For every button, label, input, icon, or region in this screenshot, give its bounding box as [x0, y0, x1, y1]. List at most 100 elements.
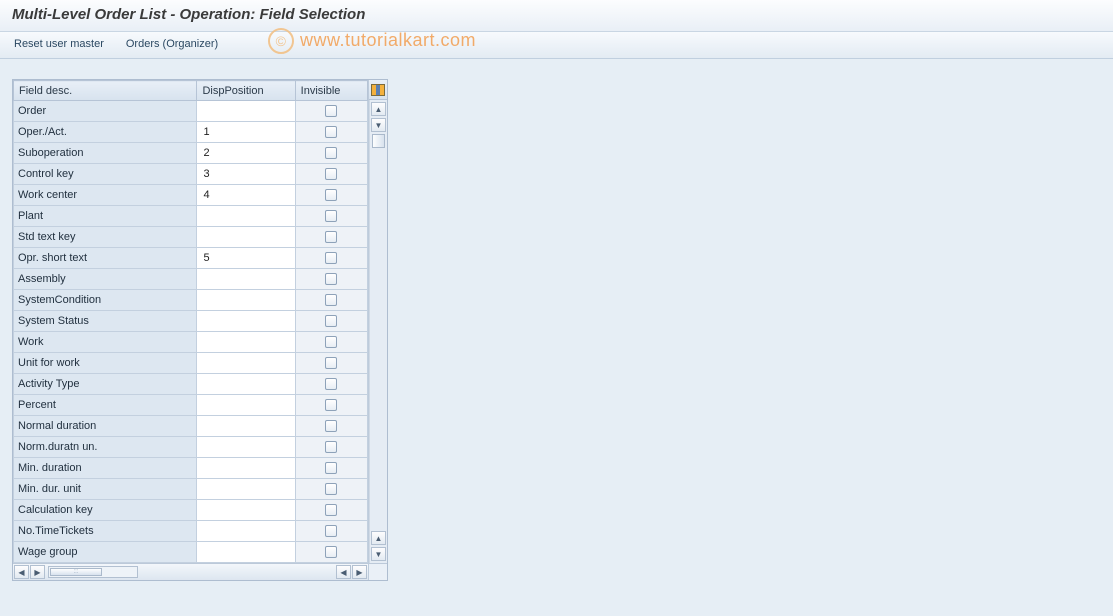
field-desc-cell[interactable]: Oper./Act. — [14, 122, 197, 143]
table-row[interactable]: Order — [14, 101, 368, 122]
table-row[interactable]: Calculation key — [14, 500, 368, 521]
invisible-checkbox[interactable] — [325, 525, 337, 537]
invisible-checkbox[interactable] — [325, 357, 337, 369]
table-row[interactable]: Unit for work — [14, 353, 368, 374]
disp-position-input[interactable] — [201, 209, 290, 223]
table-row[interactable]: Std text key — [14, 227, 368, 248]
disp-position-input[interactable] — [201, 125, 290, 139]
scroll-down-icon[interactable]: ▼ — [371, 118, 386, 132]
disp-position-input[interactable] — [201, 188, 290, 202]
invisible-checkbox[interactable] — [325, 546, 337, 558]
col-field-desc[interactable]: Field desc. — [14, 81, 197, 101]
table-row[interactable]: Plant — [14, 206, 368, 227]
field-desc-cell[interactable]: Normal duration — [14, 416, 197, 437]
table-row[interactable]: SystemCondition — [14, 290, 368, 311]
disp-position-input[interactable] — [201, 545, 290, 559]
disp-position-input[interactable] — [201, 335, 290, 349]
disp-position-input[interactable] — [201, 524, 290, 538]
col-disp-position[interactable]: DispPosition — [197, 81, 295, 101]
disp-position-input[interactable] — [201, 503, 290, 517]
invisible-checkbox[interactable] — [325, 210, 337, 222]
disp-position-input[interactable] — [201, 146, 290, 160]
table-row[interactable]: No.TimeTickets — [14, 521, 368, 542]
table-row[interactable]: Oper./Act. — [14, 122, 368, 143]
field-desc-cell[interactable]: Calculation key — [14, 500, 197, 521]
field-desc-cell[interactable]: Suboperation — [14, 143, 197, 164]
disp-position-input[interactable] — [201, 356, 290, 370]
invisible-checkbox[interactable] — [325, 399, 337, 411]
col-invisible[interactable]: Invisible — [295, 81, 367, 101]
field-desc-cell[interactable]: Control key — [14, 164, 197, 185]
disp-position-input[interactable] — [201, 251, 290, 265]
field-desc-cell[interactable]: Norm.duratn un. — [14, 437, 197, 458]
invisible-checkbox[interactable] — [325, 189, 337, 201]
scroll-right-icon[interactable]: ◀ — [336, 565, 351, 579]
table-row[interactable]: Opr. short text — [14, 248, 368, 269]
field-desc-cell[interactable]: Activity Type — [14, 374, 197, 395]
field-desc-cell[interactable]: Wage group — [14, 542, 197, 563]
scroll-up2-icon[interactable]: ▲ — [371, 531, 386, 545]
field-desc-cell[interactable]: Work center — [14, 185, 197, 206]
table-row[interactable]: Activity Type — [14, 374, 368, 395]
invisible-checkbox[interactable] — [325, 273, 337, 285]
disp-position-input[interactable] — [201, 482, 290, 496]
field-desc-cell[interactable]: Opr. short text — [14, 248, 197, 269]
disp-position-input[interactable] — [201, 104, 290, 118]
invisible-checkbox[interactable] — [325, 462, 337, 474]
disp-position-input[interactable] — [201, 419, 290, 433]
disp-position-input[interactable] — [201, 272, 290, 286]
table-row[interactable]: Work — [14, 332, 368, 353]
invisible-checkbox[interactable] — [325, 336, 337, 348]
field-desc-cell[interactable]: No.TimeTickets — [14, 521, 197, 542]
table-row[interactable]: System Status — [14, 311, 368, 332]
invisible-checkbox[interactable] — [325, 441, 337, 453]
reset-user-master-button[interactable]: Reset user master — [10, 36, 108, 52]
invisible-checkbox[interactable] — [325, 126, 337, 138]
invisible-checkbox[interactable] — [325, 504, 337, 516]
field-desc-cell[interactable]: Min. duration — [14, 458, 197, 479]
disp-position-input[interactable] — [201, 377, 290, 391]
invisible-checkbox[interactable] — [325, 483, 337, 495]
table-row[interactable]: Percent — [14, 395, 368, 416]
field-desc-cell[interactable]: SystemCondition — [14, 290, 197, 311]
table-row[interactable]: Control key — [14, 164, 368, 185]
h-scroll-thumb[interactable]: ::: — [50, 568, 102, 576]
vertical-scrollbar[interactable]: ▲ ▼ ▲ ▼ — [369, 100, 387, 563]
disp-position-input[interactable] — [201, 398, 290, 412]
disp-position-input[interactable] — [201, 293, 290, 307]
scroll-left-icon[interactable]: ▶ — [30, 565, 45, 579]
orders-organizer-button[interactable]: Orders (Organizer) — [122, 36, 222, 52]
invisible-checkbox[interactable] — [325, 294, 337, 306]
disp-position-input[interactable] — [201, 461, 290, 475]
field-desc-cell[interactable]: Order — [14, 101, 197, 122]
field-desc-cell[interactable]: Assembly — [14, 269, 197, 290]
invisible-checkbox[interactable] — [325, 378, 337, 390]
field-desc-cell[interactable]: Percent — [14, 395, 197, 416]
scroll-last-icon[interactable]: ▶ — [352, 565, 367, 579]
table-row[interactable]: Work center — [14, 185, 368, 206]
scroll-down2-icon[interactable]: ▼ — [371, 547, 386, 561]
field-desc-cell[interactable]: Std text key — [14, 227, 197, 248]
disp-position-input[interactable] — [201, 167, 290, 181]
h-scroll-track[interactable]: ::: — [48, 566, 138, 578]
invisible-checkbox[interactable] — [325, 252, 337, 264]
field-desc-cell[interactable]: Unit for work — [14, 353, 197, 374]
table-row[interactable]: Min. duration — [14, 458, 368, 479]
invisible-checkbox[interactable] — [325, 315, 337, 327]
field-desc-cell[interactable]: Min. dur. unit — [14, 479, 197, 500]
field-desc-cell[interactable]: Plant — [14, 206, 197, 227]
invisible-checkbox[interactable] — [325, 168, 337, 180]
table-row[interactable]: Min. dur. unit — [14, 479, 368, 500]
v-scroll-thumb[interactable] — [372, 134, 385, 148]
scroll-first-icon[interactable]: ◀ — [14, 565, 29, 579]
table-row[interactable]: Wage group — [14, 542, 368, 563]
table-row[interactable]: Assembly — [14, 269, 368, 290]
field-desc-cell[interactable]: Work — [14, 332, 197, 353]
disp-position-input[interactable] — [201, 230, 290, 244]
invisible-checkbox[interactable] — [325, 147, 337, 159]
invisible-checkbox[interactable] — [325, 231, 337, 243]
disp-position-input[interactable] — [201, 314, 290, 328]
disp-position-input[interactable] — [201, 440, 290, 454]
scroll-up-icon[interactable]: ▲ — [371, 102, 386, 116]
horizontal-scrollbar[interactable]: ◀ ▶ ::: ◀ ▶ — [13, 563, 368, 580]
